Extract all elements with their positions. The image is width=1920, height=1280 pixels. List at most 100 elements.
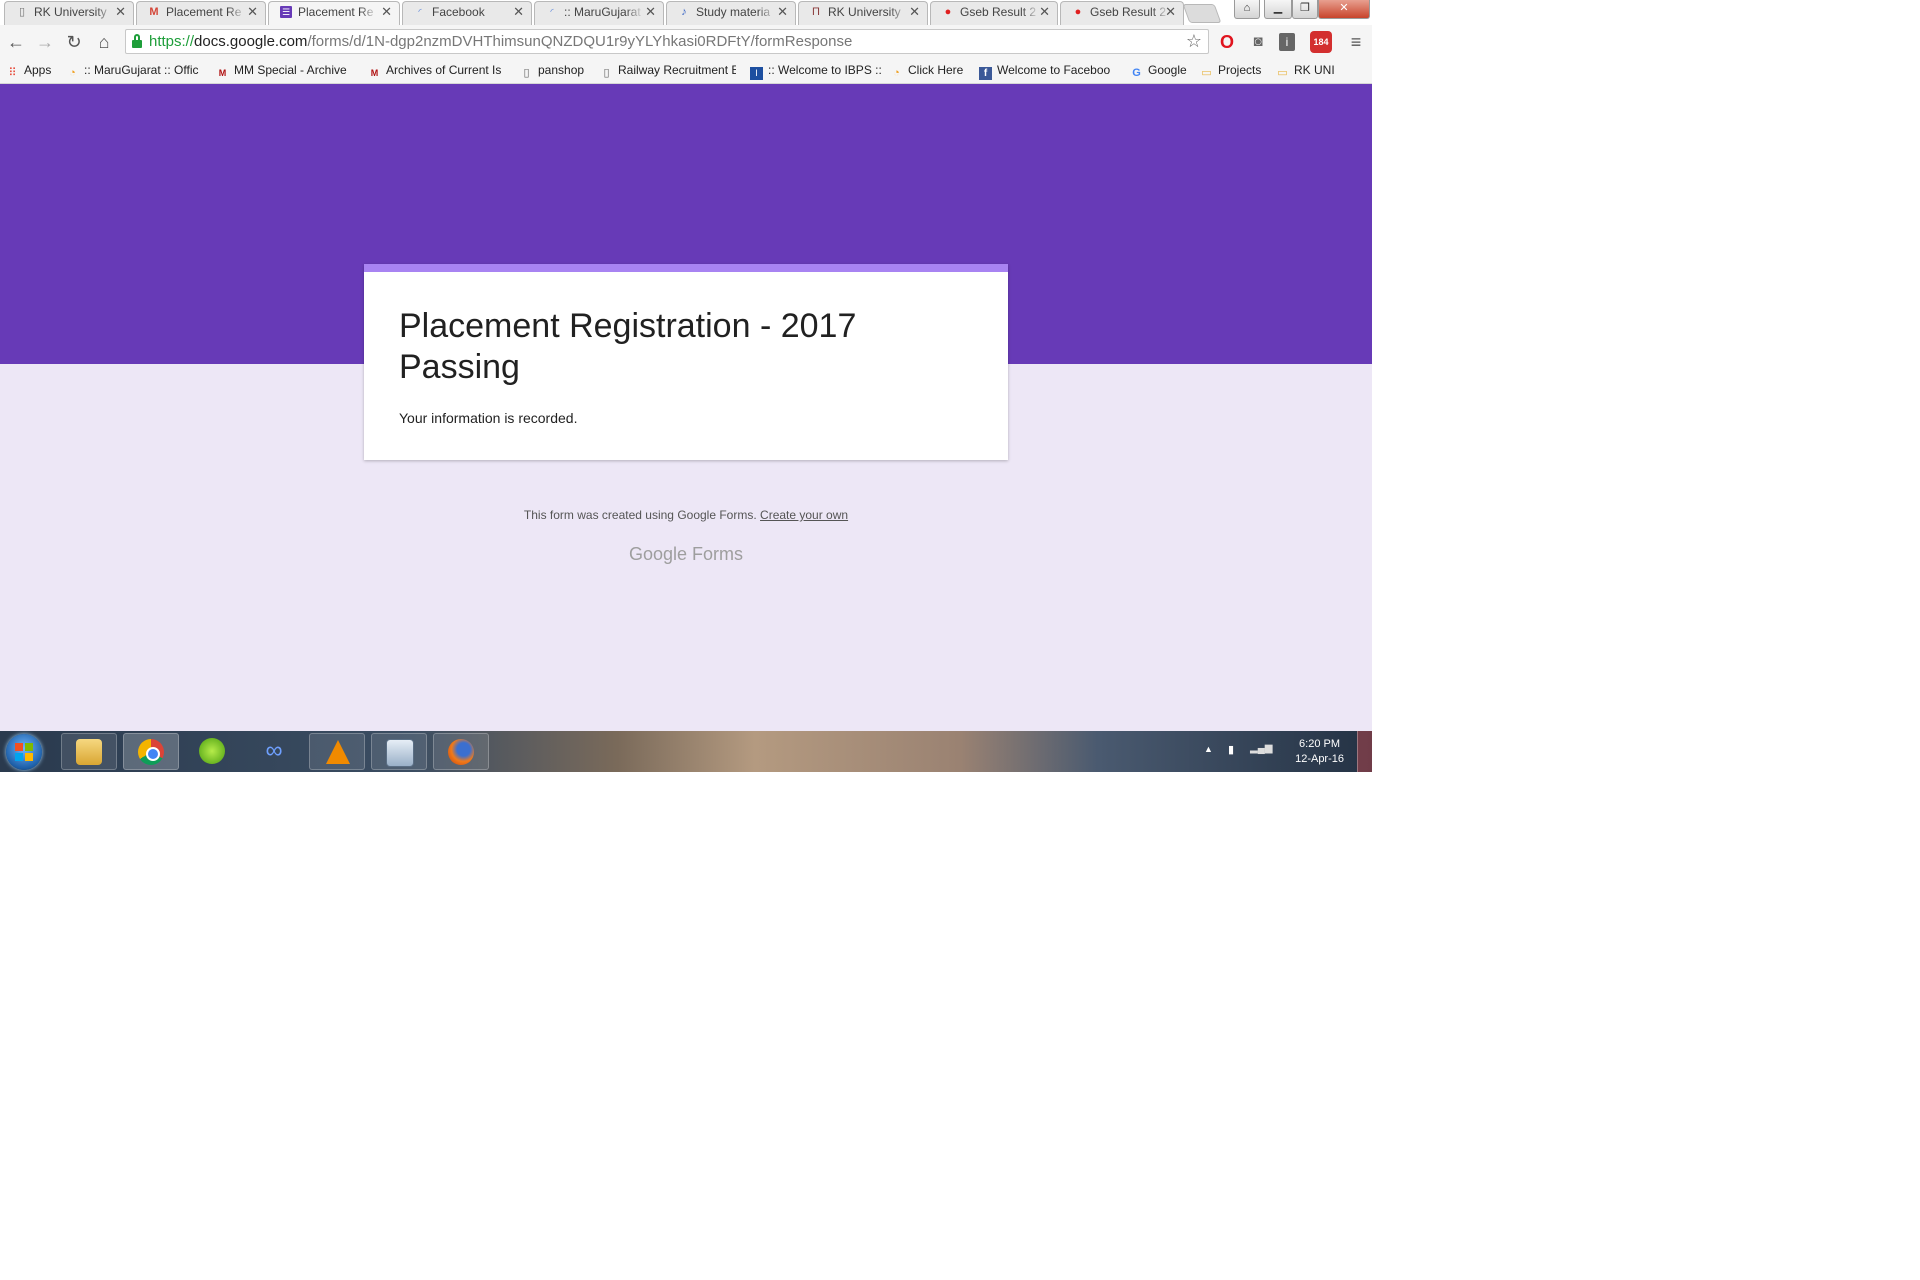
show-desktop-button[interactable] [1357,731,1372,772]
bookmark-label: Welcome to Faceboo [997,63,1111,77]
windows-flag-icon [15,743,33,761]
bookmark-label: MM Special - Archive [234,63,347,77]
close-icon[interactable]: ✕ [247,4,258,20]
tab-gseb-result[interactable]: ● Gseb Result 2 ✕ [930,0,1058,25]
tab-facebook[interactable]: ◜ Facebook ✕ [402,0,532,25]
tab-placement-gmail[interactable]: M Placement Re ✕ [136,0,266,25]
bookmark-marugujarat[interactable]: ◔:: MaruGujarat :: Offic [66,63,206,81]
form-footer: This form was created using Google Forms… [0,508,1372,522]
incognito-icon[interactable]: ◙ [1247,31,1269,53]
form-page: Placement Registration - 2017 Passing Yo… [0,84,1372,731]
folder-icon: ▭ [1201,67,1212,79]
opera-icon[interactable]: O [1216,31,1238,53]
bookmark-click-here[interactable]: ◔ Click Here [890,63,963,81]
marugujarat-icon: ◔ [69,67,76,79]
bookmark-label: :: Welcome to IBPS :: [768,63,882,77]
system-tray: ▲ ▮ ▂▄▆ 6:20 PM 12-Apr-16 [1182,731,1372,772]
bookmark-ibps[interactable]: I:: Welcome to IBPS :: [750,63,882,81]
taskbar-chrome[interactable] [123,733,179,770]
close-icon[interactable]: ✕ [1039,4,1050,20]
taskbar-firefox[interactable] [433,733,489,770]
confirmation-message: Your information is recorded. [399,410,578,426]
tab-rk-university[interactable]: ▯ RK University ✕ [4,0,134,25]
close-icon[interactable]: ✕ [513,4,524,20]
tab-marugujarat[interactable]: ◜ :: MaruGujarat ✕ [534,0,664,25]
bookmark-archives[interactable]: M Archives of Current Is [368,63,508,81]
mm-icon: M [218,68,227,78]
info-icon[interactable]: i [1279,33,1295,51]
create-your-own-link[interactable]: Create your own [760,508,848,522]
url-text[interactable]: https://docs.google.com/forms/d/1N-dgp2n… [149,33,852,50]
page-icon: ▯ [523,67,530,79]
close-icon[interactable]: ✕ [381,4,392,20]
bookmark-google[interactable]: G Google [1130,63,1187,81]
google-icon: G [1132,67,1141,79]
taskbar-vlc[interactable] [309,733,365,770]
tab-study-material[interactable]: ♪ Study materia ✕ [666,0,796,25]
bookmark-apps[interactable]: ⠿ Apps [6,63,51,81]
tab-title: Study materia [696,5,776,19]
home-button[interactable]: ⌂ [93,31,115,53]
bookmark-star-icon[interactable]: ☆ [1186,31,1202,52]
loading-icon: ◜ [550,7,554,16]
window-close-button[interactable]: ✕ [1318,0,1370,19]
bookmark-projects[interactable]: ▭ Projects [1200,63,1261,81]
clock-date: 12-Apr-16 [1295,753,1344,765]
close-icon[interactable]: ✕ [909,4,920,20]
gseb-icon: ● [1074,6,1082,18]
forward-button[interactable]: → [34,31,56,53]
url-scheme: https:// [149,33,195,50]
brand-google: Google [628,544,688,564]
taskbar-calculator[interactable] [371,733,427,770]
clock[interactable]: 6:20 PM 12-Apr-16 [1295,737,1344,767]
bookmark-facebook[interactable]: f Welcome to Faceboo [979,63,1115,81]
tab-rk-university-2[interactable]: Π RK University ✕ [798,0,928,25]
battery-icon[interactable]: ▮ [1228,743,1234,756]
tab-gseb-result-2[interactable]: ● Gseb Result 2 ✕ [1060,0,1184,25]
bookmark-railway[interactable]: ▯ Railway Recruitment E [600,63,740,81]
tab-title: :: MaruGujarat [564,5,644,19]
vlc-icon [326,740,350,764]
tab-title: Facebook [432,5,512,19]
tab-placement-form[interactable]: ☰ Placement Re ✕ [268,0,400,25]
bookmark-label: Apps [24,63,52,77]
bookmark-label: Google [1148,63,1187,77]
close-icon[interactable]: ✕ [1165,4,1176,20]
url-path: /forms/d/1N-dgp2nzmDVHThimsunQNZDQU1r9yY… [307,33,853,50]
user-icon[interactable]: ⌂ [1234,0,1260,19]
minimize-button[interactable]: ▁ [1264,0,1292,19]
bookmarks-bar: ⠿ Apps ◔:: MaruGujarat :: Offic M MM Speci… [0,60,1372,84]
taskbar-green-app[interactable] [185,733,241,770]
bookmark-label: Projects [1218,63,1262,77]
facebook-icon: f [979,67,992,80]
start-button[interactable] [6,734,42,770]
page-icon: ▯ [603,67,610,79]
tab-strip: ▯ RK University ✕ M Placement Re ✕ ☰ Pla… [0,0,1372,25]
back-button[interactable]: ← [5,31,27,53]
network-icon[interactable]: ▂▄▆ [1250,743,1272,754]
menu-icon[interactable]: ≡ [1345,31,1367,53]
bookmark-panshop[interactable]: ▯ panshop [520,63,584,81]
bookmark-rk-uni[interactable]: ▭ RK UNI [1276,63,1335,81]
tab-title: Placement Re [166,5,246,19]
new-tab-button[interactable] [1182,4,1222,23]
maximize-button[interactable]: ❐ [1292,0,1318,19]
clock-time: 6:20 PM [1299,738,1341,750]
bookmark-label: Archives of Current Is [386,63,502,77]
bookmark-mm-special[interactable]: M MM Special - Archive [216,63,356,81]
address-bar[interactable]: https://docs.google.com/forms/d/1N-dgp2n… [125,29,1209,54]
extension-badge-count: 184 [1313,37,1329,47]
footer-text: This form was created using Google Forms… [523,508,757,522]
extension-badge-icon[interactable]: 184 [1310,31,1332,53]
screen: ▯ RK University ✕ M Placement Re ✕ ☰ Pla… [0,0,1372,772]
tab-title: Gseb Result 2 [960,5,1040,19]
bookmark-label: RK UNI [1294,63,1335,77]
close-icon[interactable]: ✕ [115,4,126,20]
taskbar-explorer[interactable] [61,733,117,770]
taskbar-infinity-app[interactable]: ∞ [247,733,303,770]
gmail-icon: M [149,6,159,18]
close-icon[interactable]: ✕ [777,4,788,20]
reload-button[interactable]: ↻ [63,31,85,53]
close-icon[interactable]: ✕ [645,4,656,20]
tray-expand-icon[interactable]: ▲ [1204,744,1213,754]
